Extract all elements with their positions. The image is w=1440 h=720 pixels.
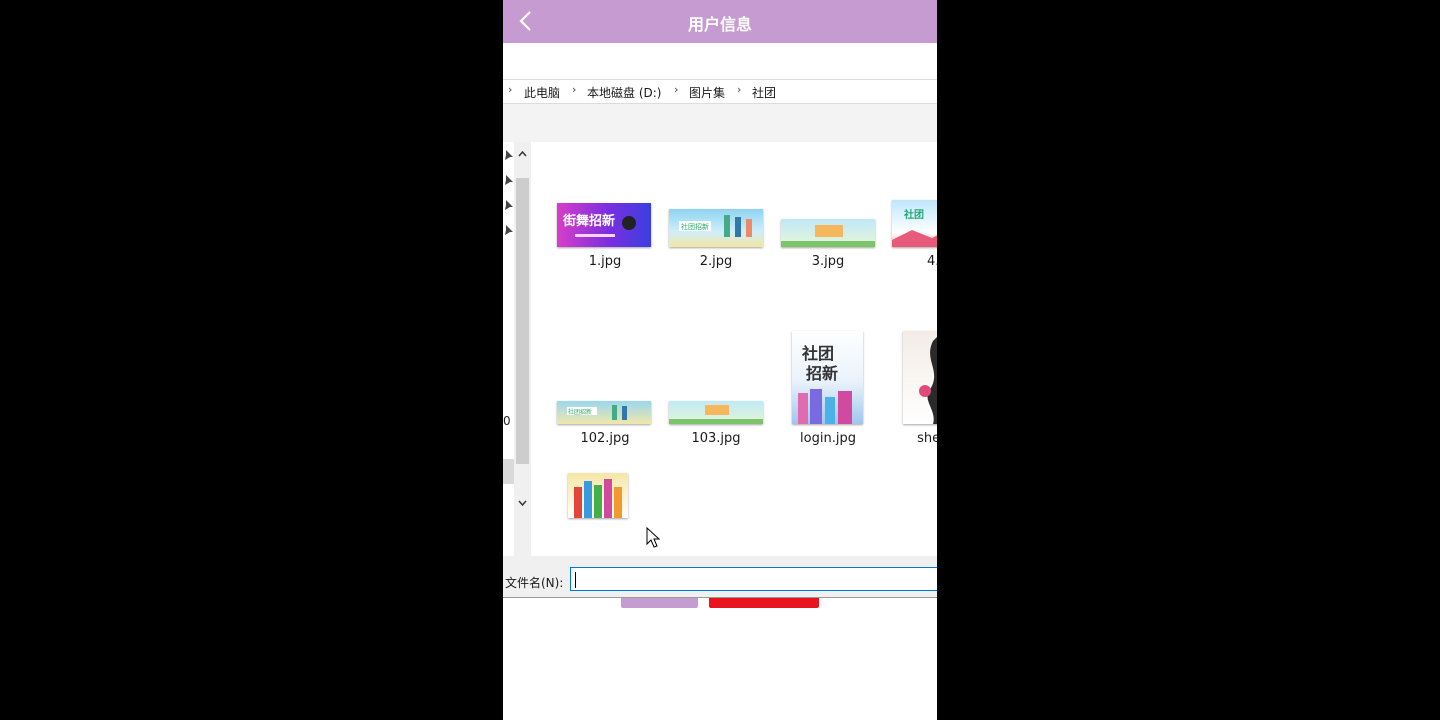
phone-screen: 用户信息 › 此电脑 › 本地磁盘 (D:) › 图片集 › 社团 0 街舞招新… [503,0,937,720]
chevron-down-icon[interactable] [517,498,528,509]
chevron-right-icon: › [674,83,679,96]
file-open-dialog: › 此电脑 › 本地磁盘 (D:) › 图片集 › 社团 0 街舞招新 1.jp… [503,43,937,598]
file-name: 1.jpg [588,254,622,269]
filename-label: 文件名(N): [505,576,564,590]
thumbnail-image: 街舞招新 [557,203,651,247]
breadcrumb-item[interactable]: 本地磁盘 (D:) [587,84,661,101]
dialog-header [503,43,937,79]
breadcrumb-item[interactable]: 此电脑 [524,84,560,101]
svg-text:社团: 社团 [801,344,834,363]
file-name: shetuar [917,431,937,446]
thumbnail-image [669,401,763,424]
file-name: 3.jpg [811,254,845,269]
thumbnail-image: 社团招新 [792,331,863,424]
toolbar [503,104,937,142]
thumbnail-image [781,219,875,247]
file-name: 102.jpg [580,431,630,446]
chevron-right-icon: › [572,83,577,96]
svg-text:招新: 招新 [806,364,838,383]
chevron-right-icon: › [508,83,513,96]
vertical-scrollbar[interactable] [514,142,531,556]
svg-text:社团招新: 社团招新 [681,222,709,231]
chevron-right-icon: › [737,83,742,96]
breadcrumb-item[interactable]: 社团 [752,84,776,101]
file-name: 2.jpg [699,254,733,269]
thumbnail-image: 社团招新 [669,209,763,247]
thumbnail-image: 社团招新 [557,401,651,424]
pin-icon[interactable] [503,225,513,235]
thumbnail-image: 社团 [892,200,937,247]
app-bar: 用户信息 [503,0,937,44]
svg-text:街舞招新: 街舞招新 [562,213,615,229]
filename-input[interactable] [570,567,937,591]
svg-text:社团招新: 社团招新 [568,408,592,416]
pin-icon[interactable] [503,200,513,210]
scrollbar-thumb[interactable] [516,178,529,464]
file-name: 103.jpg [691,431,741,446]
text-caret [575,572,576,588]
thumbnail-image [568,473,628,518]
file-name: 4.j [926,254,937,269]
file-list: 街舞招新 1.jpg 社团招新 2.jpg 3.jpg 社团 4 社团招新 10… [531,142,937,556]
file-name: login.jpg [800,431,856,446]
nav-item-label[interactable]: 0 [503,414,511,428]
breadcrumb[interactable]: › 此电脑 › 本地磁盘 (D:) › 图片集 › 社团 [503,79,937,104]
breadcrumb-item[interactable]: 图片集 [689,84,725,101]
pin-icon[interactable] [503,175,513,185]
svg-text:社团: 社团 [903,208,924,221]
chevron-up-icon[interactable] [517,148,528,159]
page-title: 用户信息 [687,15,752,34]
filename-row: 文件名(N): [503,556,937,597]
mouse-pointer-icon [646,527,660,548]
pin-icon[interactable] [503,150,513,160]
nav-item-selected[interactable] [503,459,514,484]
thumbnail-image [903,331,937,424]
